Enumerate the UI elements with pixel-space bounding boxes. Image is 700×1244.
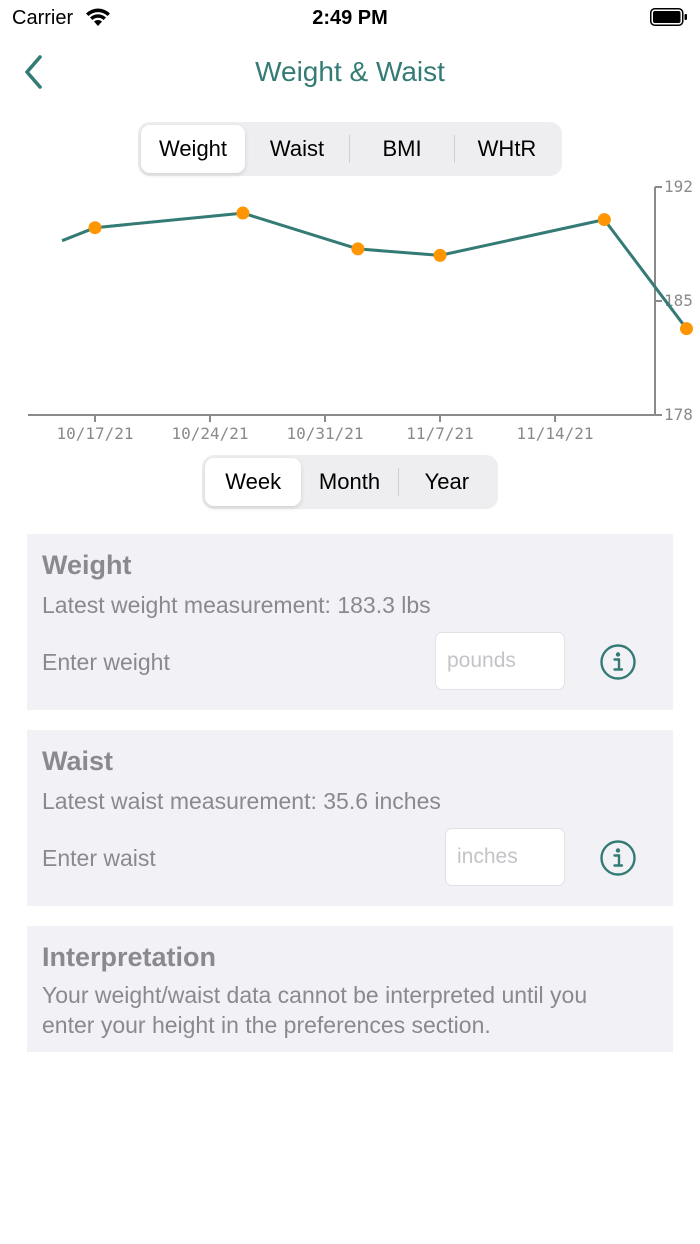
latest-waist-text: Latest waist measurement: 35.6 inches	[42, 788, 441, 814]
tab-bmi[interactable]: BMI	[350, 125, 454, 173]
card-title: Weight	[42, 550, 132, 580]
page-title: Weight & Waist	[255, 56, 445, 87]
x-tick-label: 11/7/21	[406, 424, 473, 443]
info-circle-icon[interactable]	[599, 839, 637, 877]
waist-input[interactable]	[445, 828, 565, 886]
data-point	[597, 213, 611, 227]
tab-label: Year	[424, 469, 470, 494]
tab-label: Weight	[158, 136, 228, 161]
card-title: Waist	[42, 746, 114, 776]
x-tick-label: 10/17/21	[56, 424, 133, 443]
interpretation-card: Interpretation Your weight/waist data ca…	[27, 926, 673, 1052]
tab-whtr[interactable]: WHtR	[455, 125, 559, 173]
enter-waist-label: Enter waist	[42, 845, 156, 871]
x-tick-label: 10/31/21	[286, 424, 363, 443]
tab-label: BMI	[382, 136, 422, 161]
y-tick-label: 185	[664, 291, 693, 310]
tab-year[interactable]: Year	[399, 458, 495, 506]
waist-card: Waist Latest waist measurement: 35.6 inc…	[27, 730, 673, 906]
tab-label: Month	[318, 469, 381, 494]
tab-label: WHtR	[477, 136, 537, 161]
x-tick-label: 11/14/21	[517, 424, 594, 443]
weight-card: Weight Latest weight measurement: 183.3 …	[27, 534, 673, 710]
status-time: 2:49 PM	[312, 7, 388, 29]
tab-waist[interactable]: Waist	[245, 125, 349, 173]
tab-weight[interactable]: Weight	[141, 125, 245, 173]
weight-line-chart: 10/17/21 10/24/21 10/31/21 11/7/21 11/14/21 1…	[28, 178, 693, 443]
x-tick-label: 10/24/21	[171, 424, 248, 443]
interpretation-text: Your weight/waist data cannot be interpr…	[42, 982, 588, 1038]
metric-segmented-control: Weight Waist BMI WHtR	[138, 122, 562, 176]
enter-weight-label: Enter weight	[42, 649, 170, 675]
y-tick-label: 192	[664, 178, 693, 196]
data-point	[679, 322, 693, 336]
latest-weight-text: Latest weight measurement: 183.3 lbs	[42, 592, 431, 618]
series-line	[61, 211, 688, 330]
weight-input[interactable]	[435, 632, 565, 690]
y-tick-label: 178	[664, 405, 693, 424]
data-point	[433, 248, 447, 262]
tab-label: Waist	[269, 136, 325, 161]
tab-label: Week	[225, 469, 282, 494]
card-title: Interpretation	[42, 942, 217, 972]
navigation-bar: Weight & Waist	[0, 44, 700, 100]
data-point	[88, 221, 102, 235]
tab-month[interactable]: Month	[301, 458, 397, 506]
data-point	[236, 206, 250, 220]
data-point	[351, 242, 365, 256]
battery-icon	[650, 8, 687, 26]
status-bar: Carrier 2:49 PM	[0, 0, 700, 36]
info-circle-icon[interactable]	[599, 643, 637, 681]
tab-week[interactable]: Week	[205, 458, 302, 506]
range-segmented-control: Week Month Year	[202, 455, 498, 509]
